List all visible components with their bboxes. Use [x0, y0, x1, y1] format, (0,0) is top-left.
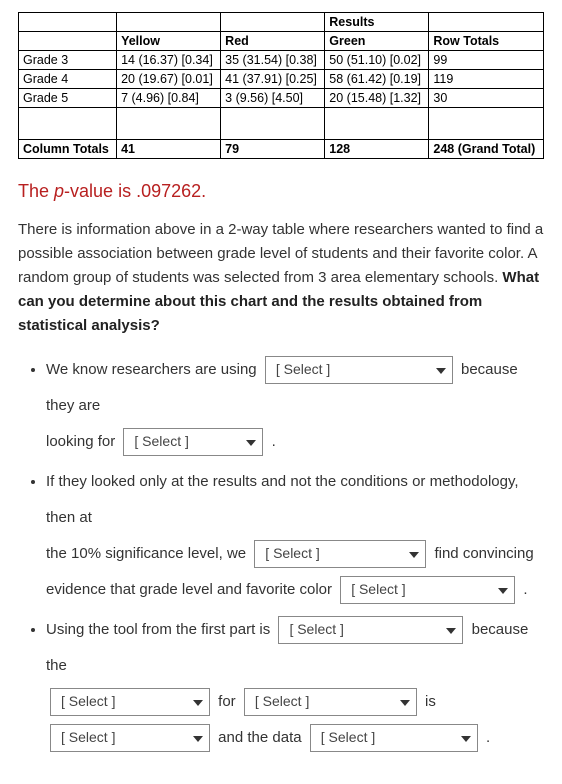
chevron-down-icon [193, 736, 203, 742]
chevron-down-icon [436, 368, 446, 374]
select-reason-subject[interactable]: [ Select ] [50, 688, 210, 716]
select-appropriateness[interactable]: [ Select ] [278, 616, 463, 644]
chevron-down-icon [498, 588, 508, 594]
select-data-condition[interactable]: [ Select ] [310, 724, 478, 752]
column-totals-row: Column Totals 41 79 128 248 (Grand Total… [19, 140, 544, 159]
table-row: Grade 3 14 (16.37) [0.34] 35 (31.54) [0.… [19, 51, 544, 70]
col-green: Green [325, 32, 429, 51]
chevron-down-icon [400, 700, 410, 706]
col-yellow: Yellow [117, 32, 221, 51]
col-red: Red [221, 32, 325, 51]
chevron-down-icon [446, 628, 456, 634]
select-relationship[interactable]: [ Select ] [340, 576, 515, 604]
select-reason-value[interactable]: [ Select ] [50, 724, 210, 752]
p-value-statement: The p-value is .097262. [18, 181, 544, 202]
chevron-down-icon [193, 700, 203, 706]
select-looking-for[interactable]: [ Select ] [123, 428, 263, 456]
question-item-2: If they looked only at the results and n… [46, 464, 544, 608]
select-reason-object[interactable]: [ Select ] [244, 688, 417, 716]
column-header-row: Yellow Red Green Row Totals [19, 32, 544, 51]
table-row: Grade 5 7 (4.96) [0.84] 3 (9.56) [4.50] … [19, 89, 544, 108]
chevron-down-icon [246, 440, 256, 446]
results-header: Results [325, 13, 429, 32]
select-test-type[interactable]: [ Select ] [265, 356, 453, 384]
question-item-1: We know researchers are using [ Select ]… [46, 352, 544, 460]
intro-paragraph: There is information above in a 2-way ta… [18, 218, 544, 338]
question-item-3: Using the tool from the first part is [ … [46, 612, 544, 756]
table-row: Grade 4 20 (19.67) [0.01] 41 (37.91) [0.… [19, 70, 544, 89]
chevron-down-icon [461, 736, 471, 742]
contingency-table: Results Yellow Red Green Row Totals Grad… [18, 12, 544, 159]
chevron-down-icon [409, 552, 419, 558]
select-decision[interactable]: [ Select ] [254, 540, 426, 568]
col-row-totals: Row Totals [429, 32, 544, 51]
